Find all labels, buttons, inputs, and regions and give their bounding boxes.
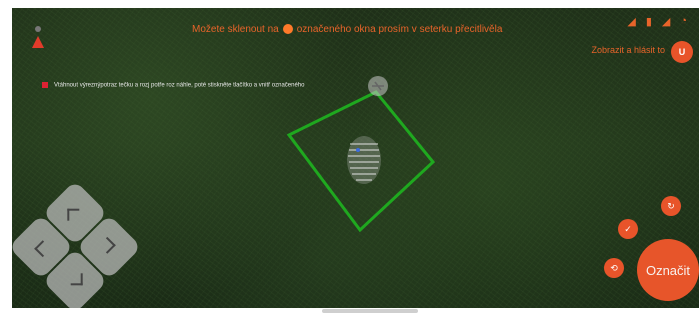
mark-button-label: Označit: [645, 262, 691, 278]
check-icon: ✓: [624, 223, 632, 234]
target-object: [347, 136, 381, 184]
dpad: [12, 180, 142, 308]
refresh-icon: ⟲: [610, 262, 618, 273]
check-button[interactable]: ✓: [618, 219, 638, 239]
mark-button[interactable]: Označit: [637, 239, 699, 301]
chevron-down-icon: [70, 273, 83, 286]
home-indicator[interactable]: [322, 309, 418, 313]
camera-view[interactable]: Možete sklenout na označeného okna prosím…: [12, 8, 699, 308]
chevron-up-icon: [67, 208, 80, 221]
rotate-button[interactable]: ↻: [661, 196, 681, 216]
chevron-right-icon: [98, 236, 116, 254]
chevron-left-icon: [34, 240, 52, 258]
rotate-icon: ↻: [667, 200, 675, 211]
refresh-button[interactable]: ⟲: [604, 258, 624, 278]
frame-rotate-handle[interactable]: [368, 76, 388, 96]
